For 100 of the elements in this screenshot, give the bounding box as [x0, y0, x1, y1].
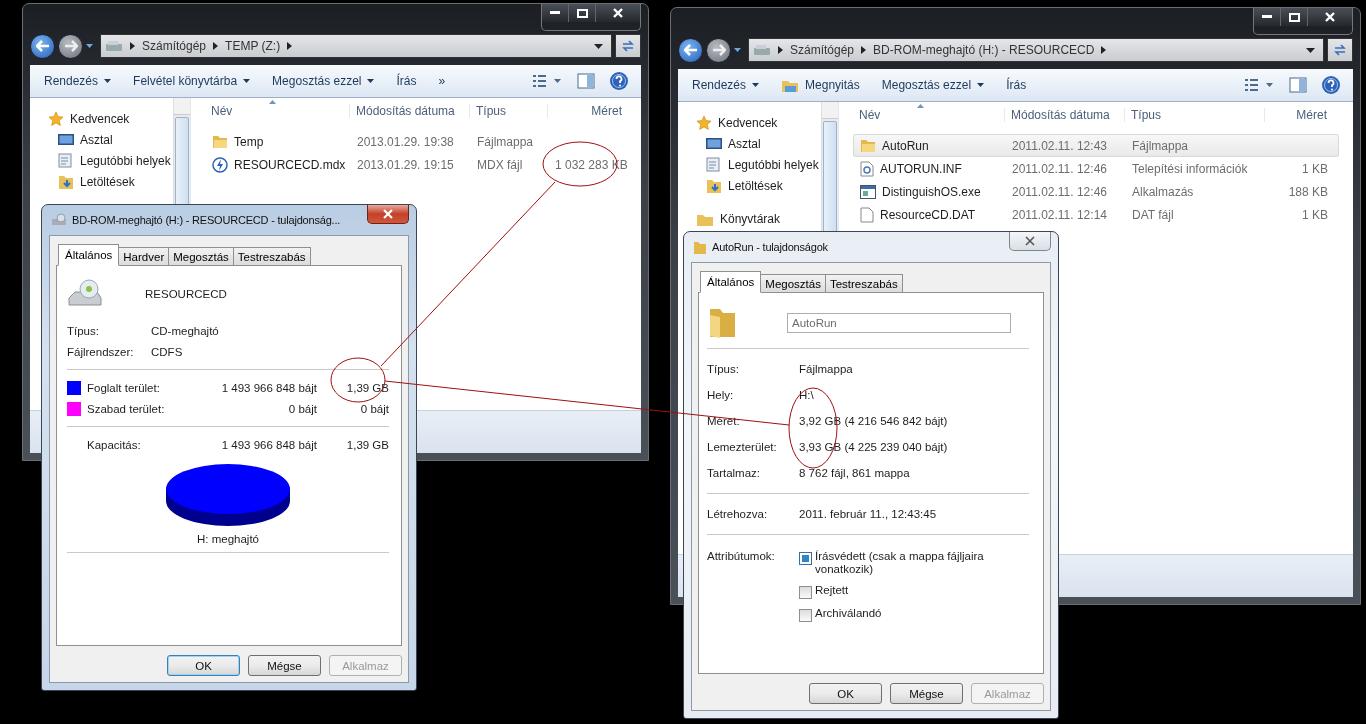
date-cell-text: 2011.02.11. 12:46: [1011, 184, 1108, 199]
date-cell-text: 2013.01.29. 19:38: [356, 134, 455, 149]
maximize-button[interactable]: [1281, 8, 1308, 26]
toolbar-button[interactable]: Felvétel könyvtárba: [129, 74, 255, 88]
nav-item[interactable]: Asztal: [678, 133, 821, 154]
type-cell-text: Fájlmappa: [476, 134, 535, 149]
property-value: CDFS: [151, 345, 183, 358]
breadcrumb-arrow-icon[interactable]: [130, 42, 135, 50]
file-row[interactable]: DistinguishOS.exe 2011.02.11. 12:46 Alkalmazás 188 KB: [853, 180, 1339, 203]
folder-icon: [860, 138, 876, 153]
column-header[interactable]: Típus: [470, 104, 548, 118]
refresh-button[interactable]: [615, 34, 641, 58]
settings-file-icon: [860, 160, 874, 177]
nav-item[interactable]: Könyvtárak: [678, 208, 821, 229]
dropdown-caret-icon[interactable]: [594, 43, 603, 49]
nav-item[interactable]: Kedvencek: [678, 112, 821, 133]
caret-icon[interactable]: [86, 44, 93, 48]
address-bar[interactable]: Számítógép TEMP (Z:): [100, 34, 612, 58]
breadcrumb[interactable]: TEMP (Z:): [225, 39, 281, 53]
more-button[interactable]: »: [434, 74, 450, 88]
forward-button[interactable]: [58, 33, 83, 59]
tab[interactable]: Testreszabás: [825, 274, 903, 293]
column-header[interactable]: Módosítás dátuma: [1005, 108, 1125, 122]
drive-icon: [753, 43, 771, 57]
column-header[interactable]: Típus: [1125, 108, 1265, 122]
column-header[interactable]: Módosítás dátuma: [350, 104, 470, 118]
toolbar-button[interactable]: Írás: [392, 74, 421, 88]
document-icon: [706, 156, 722, 173]
toolbar-button[interactable]: Megosztás ezzel: [877, 78, 989, 92]
minimize-button[interactable]: [1254, 8, 1281, 26]
property-value: H:\: [799, 389, 814, 401]
breadcrumb[interactable]: BD-ROM-meghajtó (H:) - RESOURCECD: [873, 43, 1095, 57]
address-bar[interactable]: Számítógép BD-ROM-meghajtó (H:) - RESOURCECD: [748, 38, 1324, 62]
tab[interactable]: Megosztás: [169, 247, 234, 266]
nav-item[interactable]: Asztal: [30, 129, 173, 150]
column-header[interactable]: Méret: [1265, 108, 1331, 122]
view-options-icon[interactable]: [1245, 78, 1275, 92]
file-row[interactable]: ResourceCD.DAT 2011.02.11. 12:14 DAT fájl 1 KB: [853, 203, 1339, 226]
file-row[interactable]: Temp 2013.01.29. 19:38 Fájlmappa: [205, 130, 627, 153]
close-button[interactable]: [1308, 8, 1352, 26]
dropdown-caret-icon[interactable]: [1306, 47, 1315, 53]
tab[interactable]: Általános: [700, 271, 762, 293]
breadcrumb-arrow-icon[interactable]: [1101, 46, 1107, 54]
dialog-button[interactable]: OK: [167, 655, 240, 676]
dialog-button[interactable]: Mégse: [890, 683, 963, 704]
dialog-button[interactable]: OK: [809, 683, 882, 704]
property-label: Méret:: [707, 415, 741, 427]
file-name-cell: AutoRun: [854, 138, 1006, 153]
toolbar-button[interactable]: Rendezés: [688, 78, 764, 92]
breadcrumb-arrow-icon[interactable]: [861, 46, 867, 54]
toolbar-button[interactable]: Megosztás ezzel: [268, 74, 379, 88]
nav-item[interactable]: Kedvencek: [30, 108, 173, 129]
close-button[interactable]: [596, 4, 640, 22]
file-row[interactable]: AUTORUN.INF 2011.02.11. 12:46 Telepítési információk 1 KB: [853, 157, 1339, 180]
toolbar-button[interactable]: Írás: [1002, 78, 1031, 92]
help-icon[interactable]: [1321, 75, 1341, 95]
nav-item[interactable]: Letöltések: [678, 175, 821, 196]
tab[interactable]: Általános: [58, 244, 120, 266]
nav-item[interactable]: Legutóbbi helyek: [678, 154, 821, 175]
breadcrumb[interactable]: Számítógép: [790, 43, 855, 57]
back-button[interactable]: [678, 37, 703, 63]
minimize-icon: [1262, 15, 1272, 19]
back-arrow-icon: [35, 40, 50, 52]
attribute-checkbox[interactable]: Írásvédett (csak a mappa fájljaira vonatkozik): [799, 550, 1015, 576]
forward-button[interactable]: [706, 37, 731, 63]
back-button[interactable]: [30, 33, 55, 59]
column-header[interactable]: Méret: [548, 104, 626, 118]
toolbar-button[interactable]: Megnyitás: [777, 77, 864, 93]
caret-icon: [104, 79, 112, 83]
property-value: 8 762 fájl, 861 mappa: [799, 467, 910, 479]
document-icon: [58, 152, 74, 169]
help-icon[interactable]: [609, 71, 629, 91]
close-icon: [383, 209, 393, 219]
file-row[interactable]: AutoRun 2011.02.11. 12:43 Fájlmappa: [853, 134, 1339, 157]
date-cell-text: 2011.02.11. 12:43: [1011, 138, 1108, 153]
breadcrumb-arrow-icon[interactable]: [213, 42, 219, 50]
tab[interactable]: Testreszabás: [233, 247, 311, 266]
breadcrumb-arrow-icon[interactable]: [287, 42, 293, 50]
nav-item[interactable]: Letöltések: [30, 171, 173, 192]
refresh-icon: [1333, 44, 1347, 56]
forward-arrow-icon: [711, 44, 726, 56]
application-icon: [860, 184, 876, 199]
property-label: Típus:: [707, 363, 740, 375]
attribute-checkbox[interactable]: Rejtett: [799, 584, 1015, 599]
view-options-icon[interactable]: [533, 74, 563, 88]
toolbar-button[interactable]: Rendezés: [40, 74, 116, 88]
attribute-checkbox[interactable]: Archiválandó: [799, 607, 1015, 622]
name-field[interactable]: AutoRun: [787, 313, 1011, 333]
maximize-button[interactable]: [569, 4, 596, 22]
nav-item[interactable]: Legutóbbi helyek: [30, 150, 173, 171]
breadcrumb[interactable]: Számítógép: [142, 39, 207, 53]
breadcrumb-arrow-icon[interactable]: [778, 46, 783, 54]
dialog-button[interactable]: Mégse: [248, 655, 321, 676]
tab[interactable]: Megosztás: [761, 274, 826, 293]
property-label: Hely:: [707, 389, 735, 401]
caret-icon[interactable]: [734, 48, 741, 52]
refresh-button[interactable]: [1327, 38, 1353, 62]
close-button[interactable]: [367, 205, 409, 224]
tab[interactable]: Hardver: [119, 247, 170, 266]
minimize-button[interactable]: [542, 4, 569, 22]
